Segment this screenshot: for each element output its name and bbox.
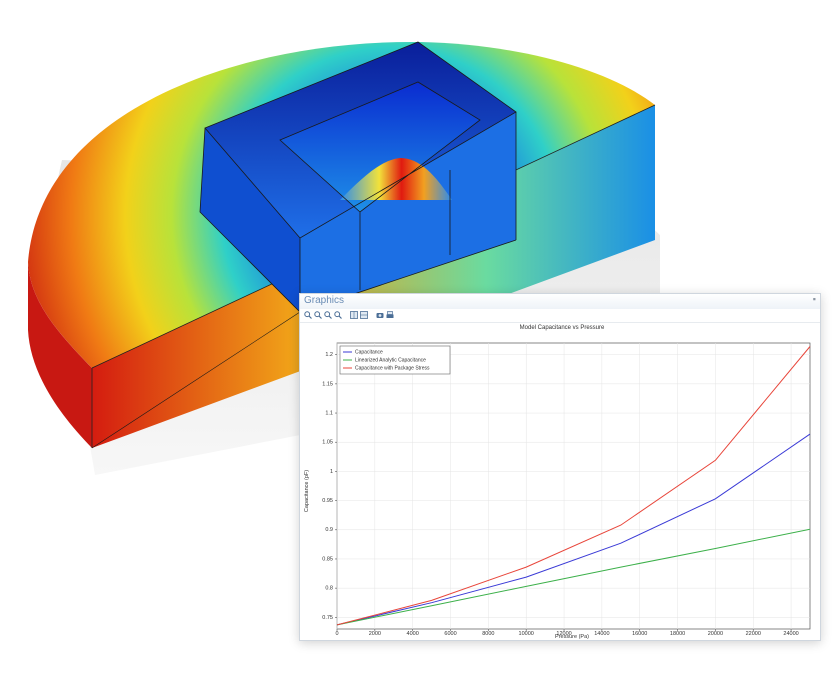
table-icon[interactable] [350,311,358,319]
y-tick-label: 0.8 [325,586,333,592]
legend-label-2: Linearized Analytic Capacitance [355,357,426,363]
grid-icon[interactable] [360,311,368,319]
zoom-out-icon[interactable] [314,311,322,319]
print-icon[interactable] [386,311,394,319]
y-tick-label: 0.95 [322,498,333,504]
x-tick-label: 8000 [482,631,494,637]
window-menu-icon[interactable]: ▪ [813,294,816,304]
plot-frame [336,342,811,630]
y-axis-label: Capacitance (pF) [304,470,310,512]
x-tick-label: 22000 [746,631,761,637]
x-tick-label: 0 [335,631,338,637]
y-tick-label: 1.1 [325,410,333,416]
y-tick-label: 1.2 [325,352,333,358]
legend-label-3: Capacitance with Package Stress [355,365,430,371]
y-tick-label: 1.05 [322,440,333,446]
zoom-in-icon[interactable] [304,311,312,319]
x-tick-label: 4000 [407,631,419,637]
y-tick-label: 0.75 [322,615,333,621]
chart-title: Model Capacitance vs Pressure [520,325,605,331]
x-tick-label: 18000 [670,631,685,637]
x-axis-label: Pressure (Pa) [555,634,589,640]
chart: Model Capacitance vs Pressure 0 2000 4000 6… [304,325,811,640]
x-tick-label: 10000 [519,631,534,637]
x-tick-label: 14000 [594,631,609,637]
y-tick-label: 0.9 [325,527,333,533]
y-tick-label: 1.15 [322,381,333,387]
x-tick-label: 16000 [632,631,647,637]
legend-label-1: Capacitance [355,349,383,355]
x-tick-label: 2000 [369,631,381,637]
graphics-titlebar: Graphics ▪ [300,294,820,310]
camera-icon[interactable] [376,311,384,319]
zoom-extents-icon[interactable] [334,311,342,319]
graphics-title: Graphics [304,295,345,306]
y-tick-label: 1 [330,469,333,475]
zoom-box-icon[interactable] [324,311,332,319]
plot-area: 0 2000 4000 6000 8000 10000 12000 14000 16000 180… [322,342,811,637]
graphics-window: Graphics ▪ Model Capacitance vs Pressure… [299,293,821,641]
x-tick-label: 6000 [444,631,456,637]
x-tick-label: 20000 [708,631,723,637]
graphics-toolbar [300,309,820,323]
x-tick-label: 24000 [783,631,798,637]
legend: Capacitance Linearized Analytic Capacitan… [339,345,451,375]
y-tick-label: 0.85 [322,556,333,562]
